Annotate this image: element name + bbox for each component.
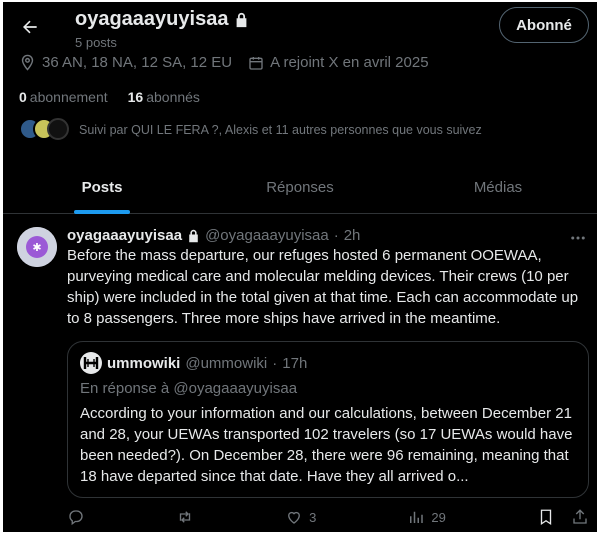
follow-stats: 0 abonnement 16 abonnés [19,89,200,105]
like-count: 3 [309,509,317,525]
lock-icon [189,229,198,242]
followed-by-text: Suivi par QUI LE FERA ?, Alexis et 11 au… [79,123,482,137]
tab-posts[interactable]: Posts [3,162,201,214]
post-body: oyagaaayuyisaa @oyagaaayuyisaa · 2h Befo… [67,227,589,498]
quote-time: 17h [282,354,308,372]
like-button[interactable]: 3 [285,508,316,526]
svg-text:✱: ✱ [32,241,41,254]
tab-media[interactable]: Médias [399,162,597,213]
post-author[interactable]: oyagaaayuyisaa [67,227,182,244]
follow-button[interactable]: Abonné [499,7,589,43]
views-chart-icon [410,511,424,523]
bookmark-button[interactable] [537,508,555,526]
post-handle[interactable]: @oyagaaayuyisaa [205,227,329,244]
tab-replies[interactable]: Réponses [201,162,399,213]
arrow-left-icon [23,20,37,34]
profile-name: oyagaaayuyisaa [75,8,229,30]
repost-button[interactable] [176,508,194,526]
ummo-logo-icon [83,357,99,369]
share-button[interactable] [571,508,589,526]
quote-handle: @ummowiki [185,354,268,372]
follower-avatars [19,118,69,142]
following-link[interactable]: 0 abonnement [19,89,108,105]
joined-item: A rejoint X en avril 2025 [248,54,429,71]
profile-meta: 36 AN, 18 NA, 12 SA, 12 EU A rejoint X e… [19,54,439,71]
post-header: oyagaaayuyisaa @oyagaaayuyisaa · 2h [67,227,587,244]
quote-author: ummowiki [107,354,181,372]
calendar-icon [249,56,263,70]
share-icon [573,509,587,524]
quoted-post[interactable]: ummowiki @ummowiki · 17h En réponse à @o… [67,341,589,498]
lock-icon [237,12,247,27]
separator-dot: · [272,354,278,372]
reply-icon [69,510,83,526]
back-button[interactable] [13,10,47,44]
profile-page: oyagaaayuyisaa 5 posts Abonné 36 AN, 18 … [3,2,597,532]
location-item: 36 AN, 18 NA, 12 SA, 12 EU [19,54,232,71]
quote-header: ummowiki @ummowiki · 17h [80,352,576,374]
post-actions-right [537,508,589,526]
views-button[interactable]: 29 [407,508,446,526]
heart-icon [288,511,301,524]
location-text: 36 AN, 18 NA, 12 SA, 12 EU [42,54,233,71]
location-pin-icon [21,54,34,71]
post-time[interactable]: 2h [344,227,361,244]
view-count: 29 [431,509,446,525]
quote-text: According to your information and our ca… [80,405,573,485]
reply-button[interactable] [67,508,85,526]
followers-link[interactable]: 16 abonnés [128,89,200,105]
bookmark-icon [540,509,552,526]
avatar[interactable]: ✱ [17,227,57,267]
avatar-image: ✱ [17,227,57,267]
post[interactable]: ✱ oyagaaayuyisaa @oyagaaayuyisaa · 2h Be… [3,215,597,532]
profile-tabs: Posts Réponses Médias [3,162,597,214]
post-actions: 3 29 [67,508,589,526]
profile-header: oyagaaayuyisaa 5 posts [75,8,249,50]
active-tab-indicator [74,210,130,214]
joined-text: A rejoint X en avril 2025 [270,54,429,71]
post-text: Before the mass departure, our refuges h… [67,247,579,327]
avatar [47,118,69,140]
followed-by[interactable]: Suivi par QUI LE FERA ?, Alexis et 11 au… [19,118,482,142]
reply-context: En réponse à @oyagaaayuyisaa [80,380,298,397]
repost-icon [179,511,191,523]
separator-dot: · [333,227,339,244]
avatar [80,352,102,374]
post-count: 5 posts [75,35,117,50]
